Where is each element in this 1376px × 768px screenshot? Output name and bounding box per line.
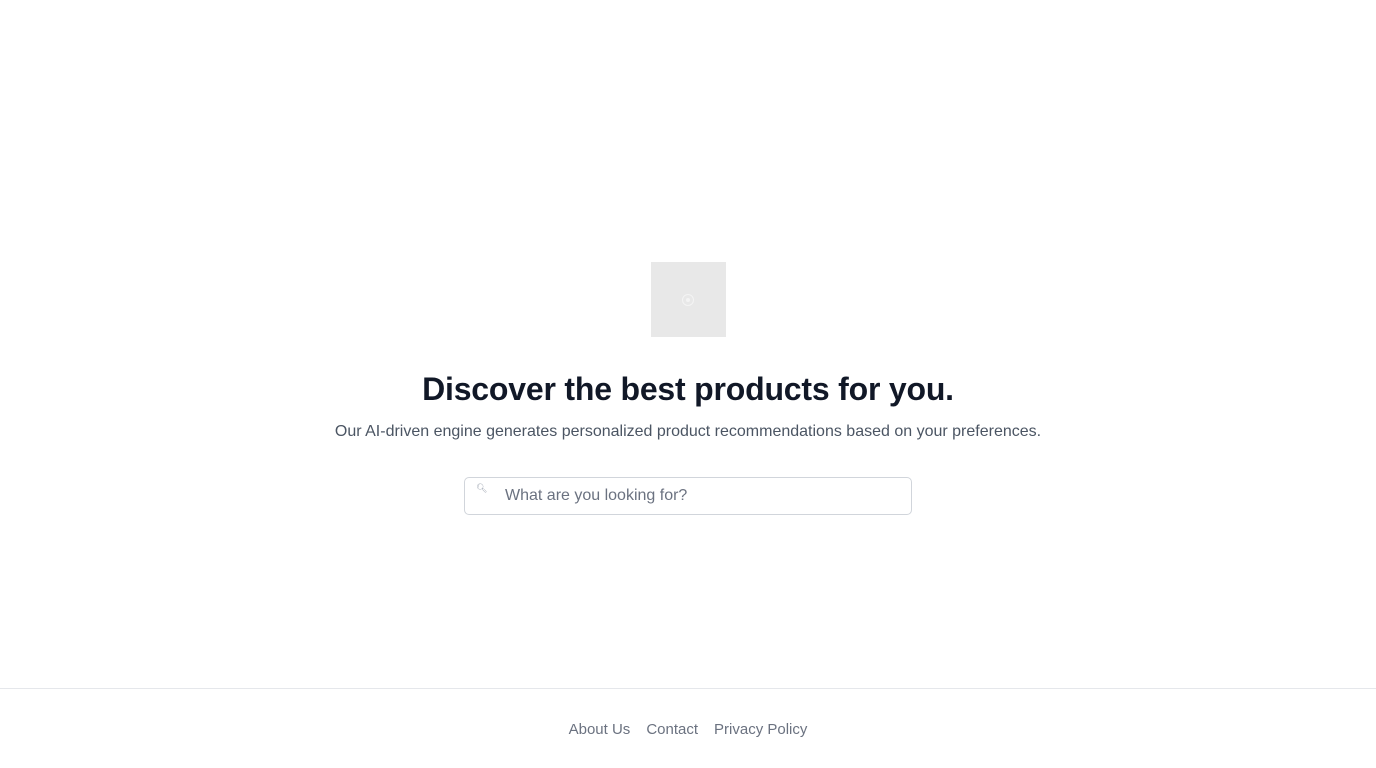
hero-section: Discover the best products for you. Our …	[0, 262, 1376, 515]
logo-placeholder	[650, 262, 726, 337]
footer-link-contact[interactable]: Contact	[646, 720, 698, 740]
page-title: Discover the best products for you.	[422, 371, 954, 407]
search-input[interactable]	[505, 478, 901, 514]
search-bar[interactable]: 🔍︎	[464, 477, 912, 515]
logo-placeholder-icon	[682, 293, 694, 306]
footer-link-about-us[interactable]: About Us	[569, 720, 631, 740]
search-icon: 🔍︎	[476, 483, 488, 493]
footer: About Us Contact Privacy Policy	[0, 688, 1376, 768]
footer-link-privacy-policy[interactable]: Privacy Policy	[714, 720, 807, 740]
page: Discover the best products for you. Our …	[0, 0, 1376, 768]
page-subtitle: Our AI-driven engine generates personali…	[334, 423, 1042, 440]
footer-nav: About Us Contact Privacy Policy	[569, 720, 808, 740]
